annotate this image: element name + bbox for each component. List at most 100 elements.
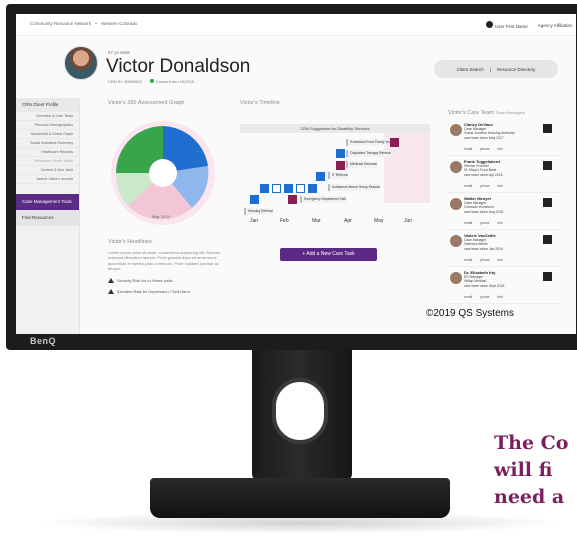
event-chip[interactable] [272, 184, 281, 193]
sidebar-item-demographics[interactable]: Personal Demographics [16, 121, 79, 130]
consent-dot-icon [149, 79, 154, 83]
event-chip[interactable] [336, 149, 345, 158]
sidebar-find-resources[interactable]: Find Resources [16, 210, 79, 226]
member-avatar [450, 124, 462, 136]
graph-date-label: May 2019 [152, 214, 170, 219]
member-links: email phone info [464, 258, 503, 262]
headlines-title: Victor's Headlines [108, 239, 152, 245]
event-chip[interactable] [260, 184, 269, 193]
phone-link[interactable]: phone [480, 258, 489, 262]
member-links: email phone info [464, 147, 503, 151]
add-care-task-button[interactable]: + Add a New Care Task [280, 248, 377, 261]
user-icon [486, 21, 493, 28]
sidebar-case-tools[interactable]: Case Management Tools [16, 194, 79, 210]
month-label: Apr [344, 218, 352, 224]
agency-affiliation[interactable]: Agency Affiliation [538, 23, 572, 28]
breadcrumb-network[interactable]: Community Resource Network [30, 21, 91, 26]
member-avatar [450, 235, 462, 247]
info-link[interactable]: info [498, 184, 503, 188]
member-info: Clancy DeVaux Case Manager Grand Junctio… [464, 122, 515, 140]
client-age: 57 yo Male [108, 50, 131, 55]
event-chip[interactable] [316, 172, 325, 181]
team-member[interactable]: Valerie VanZettle Case Manager Veterans … [448, 233, 560, 267]
care-team-title: Victor's Care Team Team Messages [448, 110, 525, 116]
warning-icon [108, 289, 114, 295]
breadcrumb-separator: • [95, 21, 97, 26]
info-link[interactable]: info [498, 258, 503, 262]
timeline[interactable]: CRN Suggestion for Disability Services S… [240, 114, 430, 234]
member-avatar [450, 198, 462, 210]
sidebar-item-vault[interactable]: Content & Doc Vault [16, 166, 79, 175]
graph-title: Victor's 360 Assessment Graph [108, 100, 185, 106]
agency-logo [543, 161, 552, 170]
timeline-event[interactable]: Medicaid Renewal [346, 161, 377, 168]
side-headline-line: The Co [494, 432, 569, 454]
timeline-suggestion[interactable]: CRN Suggestion for Disability Services [240, 124, 430, 133]
info-link[interactable]: info [498, 221, 503, 225]
breadcrumb-region[interactable]: Western Colorado [101, 21, 137, 26]
top-actions: Client Search | Resource Directory [434, 60, 558, 78]
timeline-axis: Jan Feb Mar Apr May Jun [240, 218, 430, 228]
timeline-event[interactable]: Scheduled Food Pantry Visit [346, 139, 392, 146]
event-chip[interactable] [288, 195, 297, 204]
month-label: Jun [404, 218, 413, 224]
sidebar-item-household[interactable]: Household & Social Graph [16, 130, 79, 139]
user-name[interactable]: User First Name [486, 21, 528, 29]
month-label: Mar [312, 218, 321, 224]
phone-link[interactable]: phone [480, 221, 489, 225]
team-messages-link[interactable]: Team Messages [496, 110, 525, 115]
timeline-event[interactable]: Substance Abuse Group Session [328, 184, 381, 191]
timeline-event[interactable]: IT Referral [328, 172, 348, 179]
timeline-event[interactable]: Outpatient Therapy Referral [346, 150, 391, 157]
event-chip[interactable] [250, 195, 259, 204]
member-links: email phone info [464, 184, 503, 188]
info-link[interactable]: info [498, 295, 503, 299]
headlines: Victor's Headlines Lorem ipsum dolor sit… [108, 239, 228, 295]
phone-link[interactable]: phone [480, 295, 489, 299]
member-avatar [450, 161, 462, 173]
month-label: Jan [250, 218, 259, 224]
event-chip[interactable] [308, 184, 317, 193]
event-chip[interactable] [336, 161, 345, 170]
warning-icon [108, 277, 114, 283]
event-chip[interactable] [296, 184, 305, 193]
member-info: Walter Menyer Case Manager Colorado Work… [464, 196, 504, 214]
user-menu[interactable]: User First Name Agency Affiliation [486, 21, 572, 29]
email-link[interactable]: email [464, 295, 472, 299]
phone-link[interactable]: phone [480, 147, 489, 151]
resource-directory-link[interactable]: Resource Directory [497, 67, 536, 72]
consent-status: Consent thru 10/2019 [149, 79, 194, 84]
team-member[interactable]: Frank Tuggelsberrt Service Provider St. … [448, 159, 560, 193]
timeline-event[interactable]: Housing Referral [244, 208, 273, 215]
sidebar-item-behavioral[interactable]: Behavioral Health Notes [16, 157, 79, 166]
team-member[interactable]: Dr. Elizabeth Irty ED Manager Hilltop Me… [448, 270, 560, 304]
member-info: Frank Tuggelsberrt Service Provider St. … [464, 159, 503, 177]
client-name: Victor Donaldson [106, 56, 251, 77]
timeline-title: Victor's Timeline [240, 100, 280, 106]
phone-link[interactable]: phone [480, 184, 489, 188]
monitor-base [150, 478, 450, 518]
graph-center [149, 159, 177, 187]
timeline-event[interactable]: Emergency Department Visit [300, 196, 346, 203]
headlines-body: Lorem ipsum dolor sit amet, consectetur … [108, 249, 221, 272]
page: Community Resource Network • Western Col… [0, 0, 577, 545]
event-chip[interactable] [284, 184, 293, 193]
team-member[interactable]: Clancy DeVaux Case Manager Grand Junctio… [448, 122, 560, 156]
sidebar-header[interactable]: CRN Client Profile [16, 98, 79, 112]
email-link[interactable]: email [464, 147, 472, 151]
email-link[interactable]: email [464, 258, 472, 262]
member-links: email phone info [464, 295, 503, 299]
email-link[interactable]: email [464, 221, 472, 225]
sidebar-item-healthcare[interactable]: Healthcare Records [16, 148, 79, 157]
team-member[interactable]: Walter Menyer Case Manager Colorado Work… [448, 196, 560, 230]
event-chip[interactable] [390, 138, 399, 147]
email-link[interactable]: email [464, 184, 472, 188]
assessment-graph[interactable]: May 2019 [108, 118, 218, 228]
info-link[interactable]: info [498, 147, 503, 151]
sidebar-item-overview[interactable]: Overview & Care Team [16, 112, 79, 121]
side-headline-line: need a [494, 486, 565, 508]
sidebar-item-social-indicators[interactable]: Social Indicators Summary [16, 139, 79, 148]
sidebar-item-search[interactable]: search Victor's records [16, 175, 79, 184]
client-search-link[interactable]: Client Search [457, 67, 484, 72]
top-bar: Community Resource Network • Western Col… [16, 14, 576, 36]
